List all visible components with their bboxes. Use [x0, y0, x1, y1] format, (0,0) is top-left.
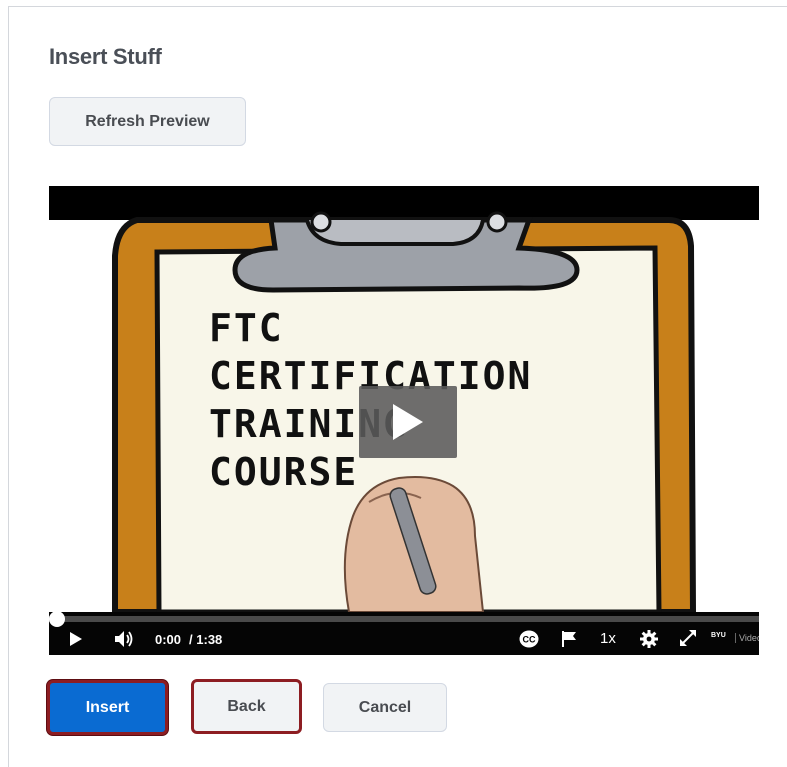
current-time: 0:00: [155, 632, 182, 647]
insert-button[interactable]: Insert: [47, 680, 168, 735]
closed-captions-icon[interactable]: CC: [519, 630, 539, 648]
playback-speed[interactable]: 1x: [600, 630, 616, 647]
fullscreen-icon[interactable]: [679, 629, 697, 647]
cancel-button[interactable]: Cancel: [323, 683, 447, 732]
cc-label: CC: [523, 635, 536, 645]
thumbnail-line-1: FTC: [209, 306, 284, 350]
time-display: 0:00 / 1:38: [155, 632, 222, 647]
play-icon: [393, 404, 423, 440]
back-button[interactable]: Back: [191, 679, 302, 734]
video-player[interactable]: FTC CERTIFICATION TRAINING COURSE 0:00/ …: [49, 186, 759, 655]
flag-icon[interactable]: [561, 630, 577, 648]
volume-icon[interactable]: [114, 630, 134, 648]
play-icon[interactable]: [69, 631, 83, 647]
progress-scrubber[interactable]: [49, 611, 65, 627]
refresh-preview-button[interactable]: Refresh Preview: [49, 97, 246, 146]
progress-bar[interactable]: [49, 616, 759, 622]
dialog-title: Insert Stuff: [49, 44, 162, 69]
big-play-button[interactable]: [359, 386, 457, 458]
brand-sub-label: Video: [735, 633, 759, 643]
brand-logo: BYU: [711, 632, 726, 639]
settings-gear-icon[interactable]: [640, 630, 658, 648]
duration: / 1:38: [189, 632, 223, 647]
